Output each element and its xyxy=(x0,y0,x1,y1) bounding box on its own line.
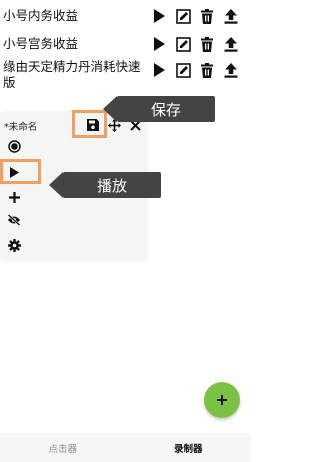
play-icon[interactable] xyxy=(147,59,171,81)
tab-clicker[interactable]: 点击器 xyxy=(0,433,126,462)
bottom-nav: 点击器 录制器 xyxy=(0,433,251,462)
edit-icon[interactable] xyxy=(171,59,195,81)
recording-title: *未命名 xyxy=(4,122,38,133)
record-icon[interactable] xyxy=(5,137,23,155)
script-row: 小号宫务收益 xyxy=(0,32,251,56)
tab-recorder[interactable]: 录制器 xyxy=(126,433,252,462)
edit-icon[interactable] xyxy=(171,33,195,55)
delete-icon[interactable] xyxy=(195,33,219,55)
edit-icon[interactable] xyxy=(171,5,195,27)
script-actions xyxy=(147,59,243,81)
settings-icon[interactable] xyxy=(5,236,23,254)
play-highlight xyxy=(0,159,41,184)
play-callout: 播放 xyxy=(63,172,161,198)
script-name: 缘由天定精力丹消耗快速版 xyxy=(3,59,141,90)
script-row: 缘由天定精力丹消耗快速版 xyxy=(0,58,251,94)
save-highlight xyxy=(72,110,107,138)
callout-arrow xyxy=(103,96,117,122)
hide-icon[interactable] xyxy=(5,211,23,229)
play-icon[interactable] xyxy=(147,5,171,27)
plus-icon[interactable] xyxy=(5,188,23,206)
delete-icon[interactable] xyxy=(195,59,219,81)
script-actions xyxy=(147,5,243,27)
play-icon[interactable] xyxy=(147,33,171,55)
script-name: 小号内务收益 xyxy=(3,8,79,23)
callout-arrow xyxy=(49,172,63,198)
script-row: 小号内务收益 xyxy=(0,4,251,28)
script-actions xyxy=(147,33,243,55)
add-button[interactable] xyxy=(204,382,240,418)
script-name: 小号宫务收益 xyxy=(3,36,79,51)
plus-icon xyxy=(217,395,227,405)
upload-icon[interactable] xyxy=(219,5,243,27)
upload-icon[interactable] xyxy=(219,33,243,55)
delete-icon[interactable] xyxy=(195,5,219,27)
upload-icon[interactable] xyxy=(219,59,243,81)
save-callout: 保存 xyxy=(117,96,215,122)
